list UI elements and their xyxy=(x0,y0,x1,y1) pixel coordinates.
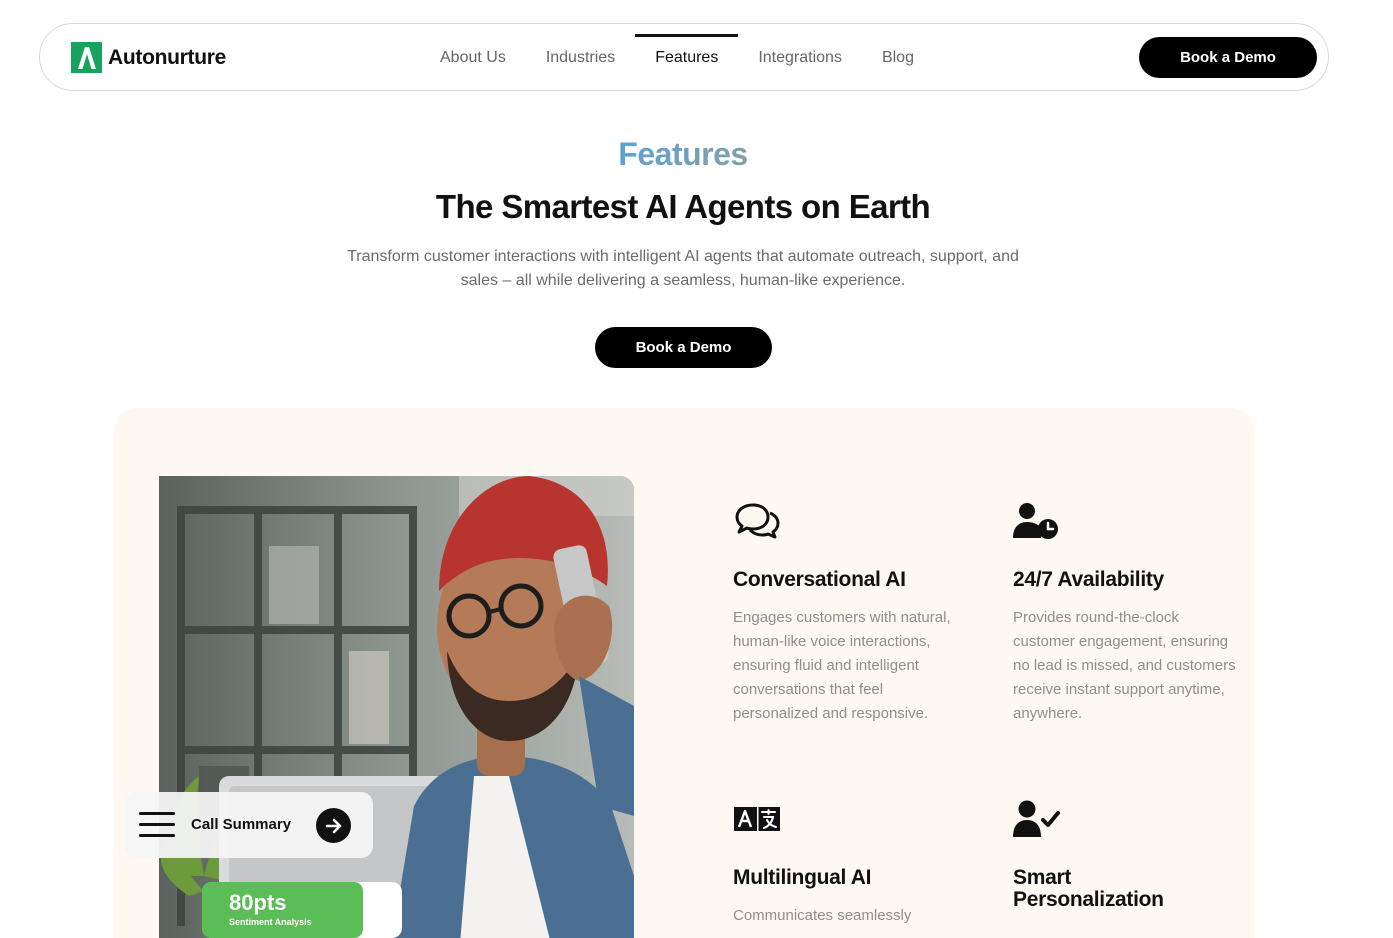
feature-conversational-ai: Conversational AI Engages customers with… xyxy=(733,502,963,726)
hero-book-demo-button[interactable]: Book a Demo xyxy=(595,327,772,368)
call-summary-card[interactable]: Call Summary xyxy=(125,792,373,858)
sentiment-score-card: 80pts Sentiment Analysis xyxy=(202,882,402,938)
man-on-phone-photo xyxy=(159,476,634,938)
brand-name: Autonurture xyxy=(108,45,227,69)
menu-icon xyxy=(139,812,175,838)
call-summary-label: Call Summary xyxy=(191,816,292,833)
user-clock-icon xyxy=(1013,502,1243,542)
nav-link-features[interactable]: Features xyxy=(635,24,739,92)
section-eyebrow: Features xyxy=(0,136,1366,173)
feature-description: Communicates seamlessly xyxy=(733,907,912,924)
translate-icon xyxy=(733,800,963,840)
logo-mark-icon xyxy=(71,42,102,73)
page-title: The Smartest AI Agents on Earth xyxy=(435,188,931,225)
nav-link-blog[interactable]: Blog xyxy=(862,24,934,92)
user-check-icon xyxy=(1013,800,1243,840)
feature-smart-personalization: Smart Personalization xyxy=(1013,800,1243,911)
hero-subtitle: Transform customer interactions with int… xyxy=(347,248,1019,289)
feature-multilingual-ai: Multilingual AI Communicates seamlessly xyxy=(733,800,963,928)
feature-title: Multilingual AI xyxy=(733,866,872,889)
chat-bubbles-icon xyxy=(733,502,963,542)
top-navigation: Autonurture About Us Industries Features… xyxy=(39,23,1329,91)
nav-link-integrations[interactable]: Integrations xyxy=(738,24,862,92)
feature-title: Conversational AI xyxy=(733,568,906,591)
brand-logo[interactable]: Autonurture xyxy=(71,42,226,73)
nav-link-about-us[interactable]: About Us xyxy=(420,24,526,92)
feature-title: Smart Personalization xyxy=(1013,866,1164,911)
nav-book-demo-button[interactable]: Book a Demo xyxy=(1139,37,1317,78)
arrow-right-icon[interactable] xyxy=(316,808,351,843)
sentiment-score-badge: 80pts Sentiment Analysis xyxy=(202,882,363,938)
feature-description: Provides round-the-clock customer engage… xyxy=(1013,609,1236,722)
feature-description: Engages customers with natural, human-li… xyxy=(733,609,951,722)
sentiment-score-value: 80pts xyxy=(229,890,287,915)
nav-link-industries[interactable]: Industries xyxy=(526,24,635,92)
sentiment-score-label: Sentiment Analysis xyxy=(229,917,312,927)
feature-title: 24/7 Availability xyxy=(1013,568,1164,591)
feature-availability: 24/7 Availability Provides round-the-clo… xyxy=(1013,502,1243,726)
nav-links: About Us Industries Features Integration… xyxy=(420,24,934,92)
